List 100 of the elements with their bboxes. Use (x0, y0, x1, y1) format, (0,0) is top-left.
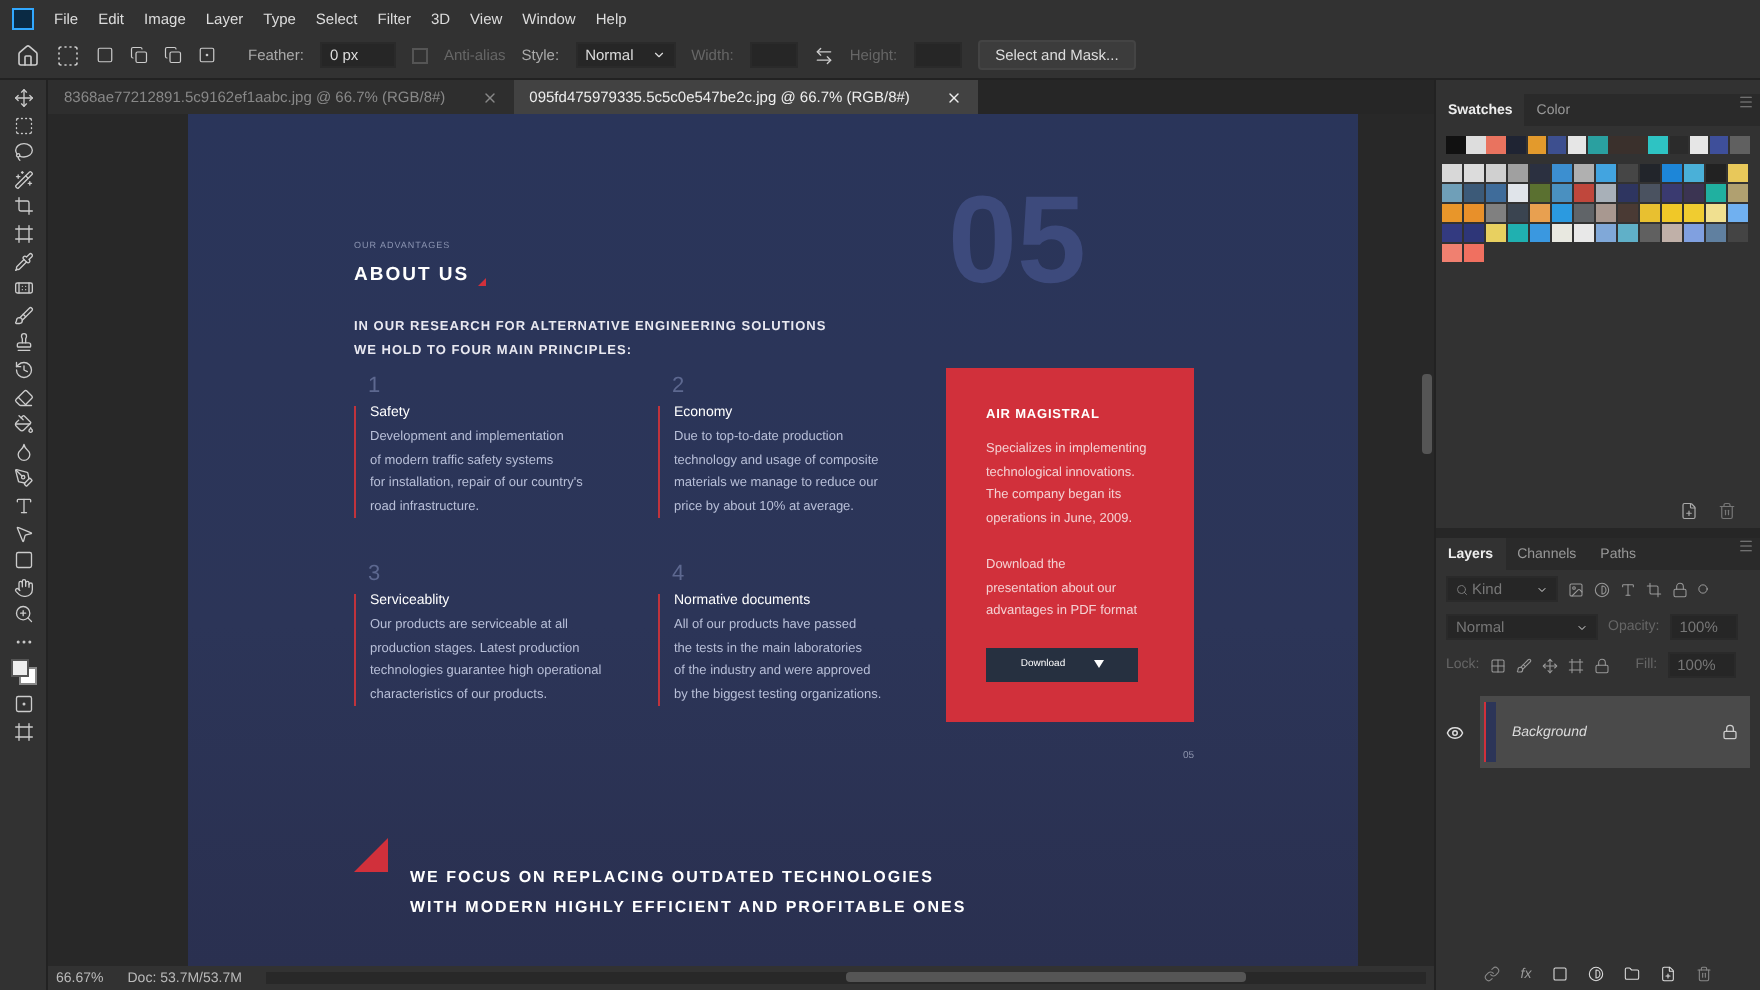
brush-icon[interactable] (13, 305, 33, 326)
swatch[interactable] (1530, 204, 1550, 222)
swatch[interactable] (1464, 164, 1484, 182)
swatch[interactable] (1729, 136, 1750, 154)
folder-icon[interactable] (1623, 966, 1640, 982)
swatch[interactable] (1640, 184, 1660, 202)
swatch[interactable] (1552, 164, 1572, 182)
swatch[interactable] (1662, 204, 1682, 222)
hand-icon[interactable] (13, 577, 33, 598)
swatch[interactable] (1669, 136, 1689, 154)
lock-pixels-icon[interactable] (1489, 657, 1506, 673)
swatch[interactable] (1640, 204, 1660, 222)
home-icon[interactable] (16, 43, 40, 67)
eyedropper-icon[interactable] (13, 251, 33, 272)
swatch[interactable] (1508, 164, 1528, 182)
swatch[interactable] (1446, 136, 1466, 154)
marquee-icon[interactable] (56, 43, 80, 67)
swatch[interactable] (1552, 224, 1572, 242)
type-icon[interactable] (13, 495, 33, 516)
antialias-checkbox[interactable] (411, 47, 428, 63)
swatch[interactable] (1618, 204, 1638, 222)
swatch[interactable] (1506, 136, 1526, 154)
swatch[interactable] (1464, 184, 1484, 202)
link-icon[interactable] (1484, 966, 1501, 982)
droplet-icon[interactable] (13, 441, 33, 462)
swatch[interactable] (1508, 224, 1528, 242)
swatch[interactable] (1709, 136, 1729, 154)
swatch[interactable] (1618, 184, 1638, 202)
swatch[interactable] (1689, 136, 1709, 154)
swatch[interactable] (1486, 136, 1506, 154)
swatch[interactable] (1508, 204, 1528, 222)
square-icon[interactable] (96, 46, 114, 64)
swatch[interactable] (1486, 204, 1506, 222)
swatch[interactable] (1640, 224, 1660, 242)
swatch[interactable] (1552, 204, 1572, 222)
adjustment-filter-icon[interactable] (1594, 581, 1610, 597)
swatch[interactable] (1618, 164, 1638, 182)
swatch[interactable] (1442, 204, 1462, 222)
swatch[interactable] (1574, 204, 1594, 222)
swatch[interactable] (1530, 184, 1550, 202)
magic-wand-icon[interactable] (13, 169, 33, 190)
swatch[interactable] (1442, 244, 1462, 262)
copy-icon[interactable] (130, 46, 148, 64)
swatch[interactable] (1728, 164, 1748, 182)
frame-icon[interactable] (1567, 657, 1584, 673)
bandage-icon[interactable] (13, 278, 33, 299)
swatch[interactable] (1684, 224, 1704, 242)
pen-icon[interactable] (13, 468, 33, 489)
swatch[interactable] (1587, 136, 1608, 154)
swatch[interactable] (1567, 136, 1587, 154)
swatch[interactable] (1530, 164, 1550, 182)
swatch[interactable] (1640, 164, 1660, 182)
swap-icon[interactable] (813, 45, 834, 65)
swatch[interactable] (1662, 184, 1682, 202)
swatch[interactable] (1464, 224, 1484, 242)
rectangle-icon[interactable] (13, 550, 33, 571)
lock-icon[interactable] (1593, 657, 1610, 673)
new-swatch-icon[interactable] (1680, 502, 1698, 520)
brush-icon[interactable] (1515, 657, 1532, 673)
swatch[interactable] (1442, 184, 1462, 202)
stamp-icon[interactable] (13, 332, 33, 353)
swatch[interactable] (1596, 224, 1616, 242)
swatch[interactable] (1464, 204, 1484, 222)
visibility-eye-icon[interactable] (1446, 723, 1468, 741)
trash-icon[interactable] (1718, 502, 1736, 520)
swatch[interactable] (1547, 136, 1567, 154)
swatch[interactable] (1527, 136, 1547, 154)
move-icon[interactable] (13, 88, 33, 108)
eraser-icon[interactable] (13, 387, 33, 408)
lasso-icon[interactable] (13, 142, 33, 163)
swatch[interactable] (1442, 164, 1462, 182)
swatch[interactable] (1706, 184, 1726, 202)
swatch[interactable] (1442, 224, 1462, 242)
swatch[interactable] (1552, 184, 1572, 202)
crop-icon[interactable] (13, 196, 33, 217)
scrollbar-thumb[interactable] (845, 972, 1246, 982)
swatch[interactable] (1728, 204, 1748, 222)
lock-filter-icon[interactable] (1672, 581, 1688, 597)
paint-bucket-icon[interactable] (13, 414, 33, 435)
swatch[interactable] (1530, 224, 1550, 242)
adjustment-icon[interactable] (1587, 966, 1604, 982)
marquee-icon[interactable] (13, 115, 33, 136)
quick-mask-icon[interactable] (13, 694, 33, 715)
history-brush-icon[interactable] (13, 359, 33, 380)
swatch[interactable] (1684, 184, 1704, 202)
swatch[interactable] (1662, 224, 1682, 242)
shape-filter-icon[interactable] (1646, 581, 1662, 597)
new-layer-icon[interactable] (1659, 966, 1676, 982)
swatch[interactable] (1574, 184, 1594, 202)
swatch[interactable] (1684, 204, 1704, 222)
swatch[interactable] (1728, 184, 1748, 202)
mask-icon[interactable] (1551, 966, 1568, 982)
swatch[interactable] (1684, 164, 1704, 182)
zoom-icon[interactable] (13, 604, 33, 625)
swatch[interactable] (1618, 224, 1638, 242)
swatch[interactable] (1486, 164, 1506, 182)
swatch[interactable] (1596, 204, 1616, 222)
color-swatches-icon[interactable] (9, 658, 37, 687)
swatch[interactable] (1486, 224, 1506, 242)
swatch[interactable] (1648, 136, 1668, 154)
